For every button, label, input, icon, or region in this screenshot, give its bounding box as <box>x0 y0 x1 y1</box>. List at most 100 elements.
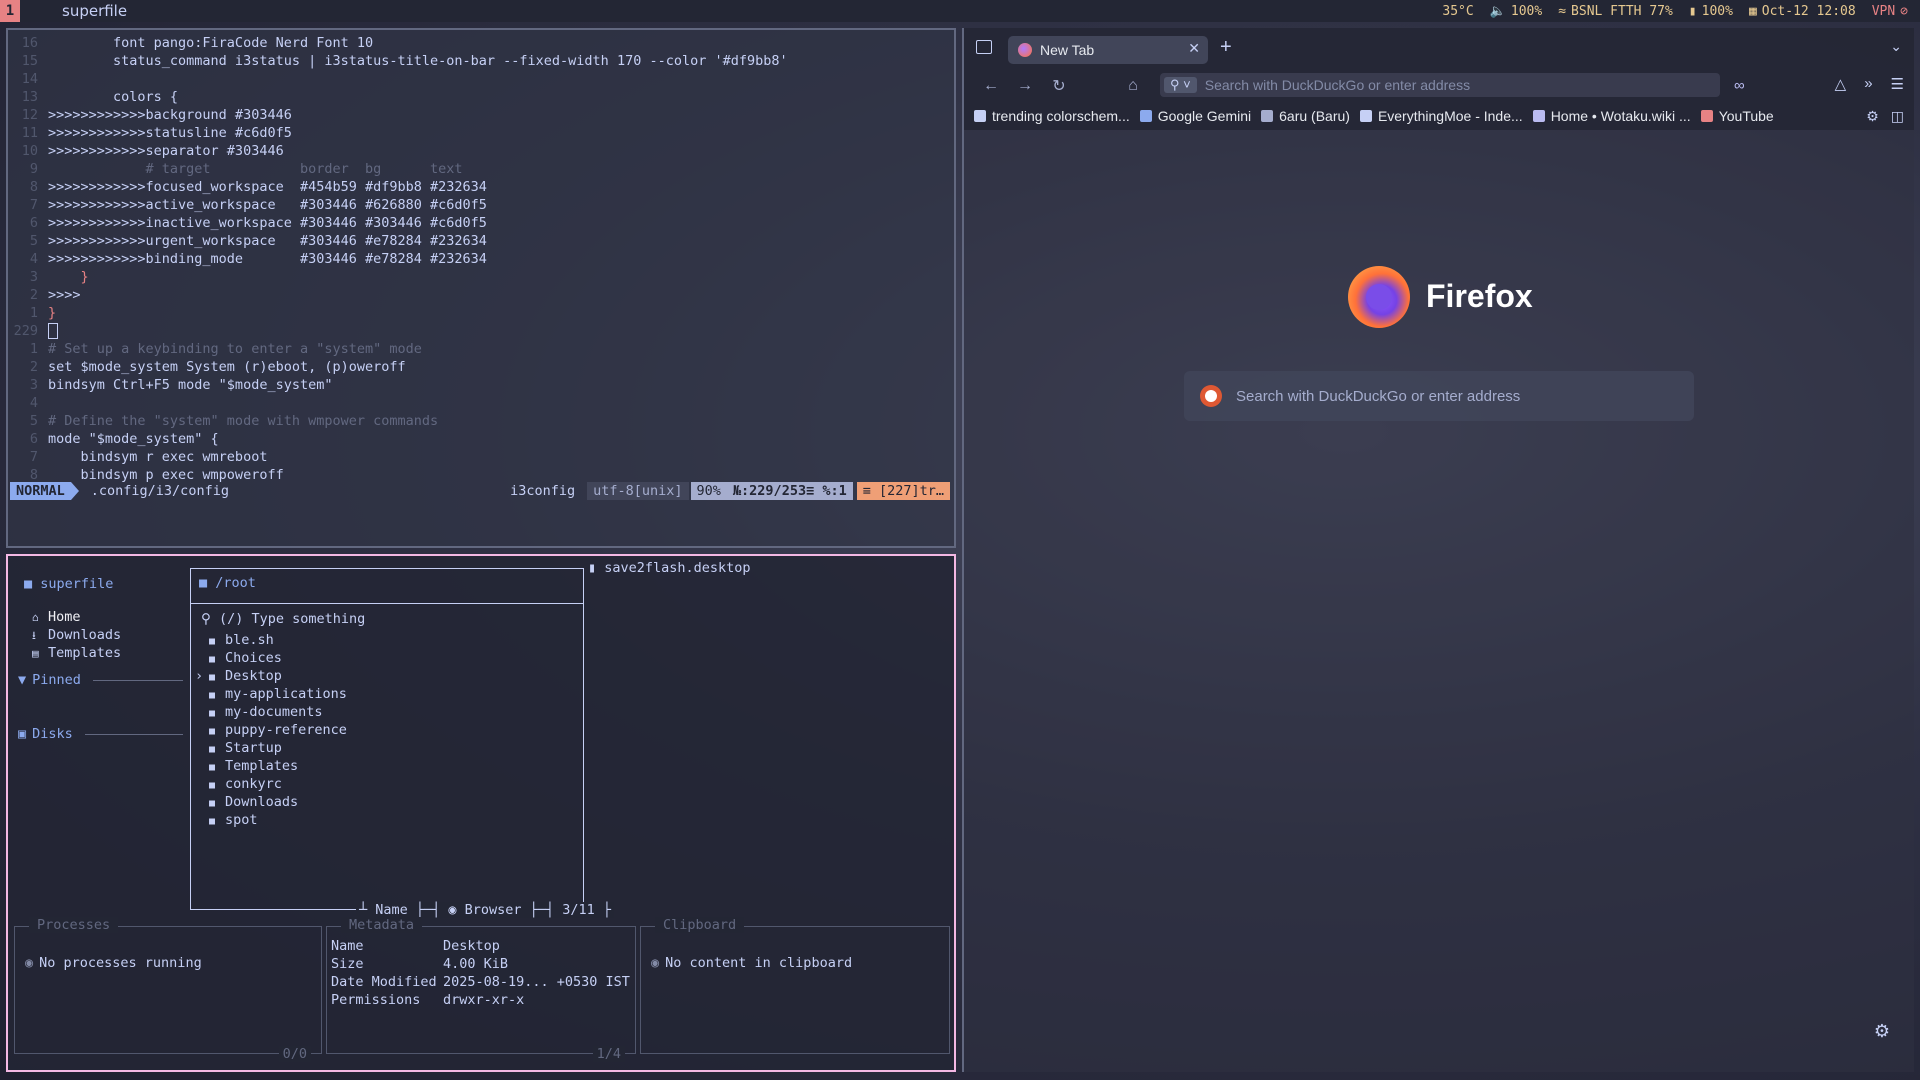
search-input[interactable]: ⚲ (/) Type something <box>201 611 365 627</box>
code-line[interactable]: 5 # Define the "system" mode with wmpower… <box>8 412 953 430</box>
menu-icon[interactable]: ☰ <box>1891 75 1904 93</box>
code-line[interactable]: 8 >>>>>>>>>>>>focused_workspace #454b59 #… <box>8 178 953 196</box>
code-line[interactable]: 12 >>>>>>>>>>>>background #303446 <box>8 106 953 124</box>
firefox-window[interactable]: New Tab ✕ + ⌄ ← → ↻ ⌂ ⚲ ˅ Search with Du… <box>962 28 1914 1072</box>
sidebar-icon[interactable]: ◫ <box>1891 108 1904 125</box>
code-line[interactable]: 10 >>>>>>>>>>>>separator #303446 <box>8 142 953 160</box>
metadata-row: Permissions drwxr-xr-x <box>331 991 630 1009</box>
code-line[interactable]: 15 status_command i3status | i3status-ti… <box>8 52 953 70</box>
info-icon: ◉ <box>25 955 34 971</box>
code-line[interactable]: 1 # Set up a keybinding to enter a "syste… <box>8 340 953 358</box>
code-line[interactable]: 5 >>>>>>>>>>>>urgent_workspace #303446 #e… <box>8 232 953 250</box>
overflow-icon[interactable]: » <box>1864 75 1872 93</box>
file-list-item[interactable]: ■ conkyrc <box>209 775 347 793</box>
sidebar-toggle-icon[interactable] <box>976 40 992 54</box>
file-list-item[interactable]: ■ my-documents <box>209 703 347 721</box>
file-list-item[interactable]: ■ Downloads <box>209 793 347 811</box>
pinned-section[interactable]: ▼ Pinned <box>18 672 183 688</box>
bookmark-item[interactable]: EverythingMoe - Inde... <box>1359 108 1523 124</box>
tab-bar: New Tab ✕ + ⌄ <box>964 28 1914 70</box>
code-line[interactable]: 4 >>>>>>>>>>>>binding_mode #303446 #e7828… <box>8 250 953 268</box>
line-number: 12 <box>21 107 38 123</box>
browser-footer: ┴ Name ├─┤ ◉ Browser ├─┤ 3/11 ├ <box>356 902 614 918</box>
file-list[interactable]: ■ ble.sh ■ Choices › ■ Desktop ■ my-applications… <box>195 631 347 829</box>
file-list-item[interactable]: ■ Startup <box>209 739 347 757</box>
file-list-item[interactable]: ■ Templates <box>209 757 347 775</box>
firefox-logo-icon <box>1348 266 1410 328</box>
file-list-item[interactable]: ■ my-applications <box>209 685 347 703</box>
line-number: 4 <box>29 251 38 267</box>
disks-section[interactable]: ▣ Disks <box>18 726 183 742</box>
code-line[interactable]: 1} <box>8 304 953 322</box>
search-input[interactable]: Search with DuckDuckGo or enter address <box>1184 371 1694 421</box>
firefox-favicon-icon <box>1018 43 1032 57</box>
duckduckgo-icon <box>1200 385 1222 407</box>
temperature-block: 35°C <box>1442 3 1474 19</box>
code-line[interactable]: 229 <box>8 322 953 340</box>
bookmark-item[interactable]: Home • Wotaku.wiki ... <box>1532 108 1691 124</box>
chevron-down-icon[interactable]: ⌄ <box>1890 38 1902 55</box>
vim-editor-window[interactable]: 16 font pango:FiraCode Nerd Font 10 15 st… <box>6 28 956 548</box>
bookmark-favicon-icon <box>1139 110 1152 122</box>
sidebar-list: ⌂ Home ⭳ Downloads ▤ Templates <box>32 608 121 662</box>
file-list-item[interactable]: ■ spot <box>209 811 347 829</box>
search-engine-selector[interactable]: ⚲ ˅ <box>1164 77 1197 93</box>
bookmark-item[interactable]: YouTube <box>1700 108 1774 124</box>
url-bar[interactable]: ⚲ ˅ Search with DuckDuckGo or enter addr… <box>1160 73 1720 97</box>
close-tab-icon[interactable]: ✕ <box>1188 40 1200 57</box>
sidebar-item-home[interactable]: ⌂ Home <box>32 608 121 626</box>
code-line[interactable]: 6 >>>>>>>>>>>>inactive_workspace #303446 … <box>8 214 953 232</box>
status-blocks: 35°C 🔈 100% ≈ BSNL FTTH 77% ▮ 100% ▦ Oct-12 … <box>1442 0 1908 22</box>
code-line[interactable]: 14 <box>8 70 953 88</box>
settings-icon[interactable]: ⚙ <box>1866 108 1879 125</box>
bookmark-item[interactable]: trending colorschem... <box>974 108 1130 124</box>
code-line[interactable]: 11 >>>>>>>>>>>>statusline #c6d0f5 <box>8 124 953 142</box>
bookmark-item[interactable]: Google Gemini <box>1139 108 1251 124</box>
code-line[interactable]: 3 bindsym Ctrl+F5 mode "$mode_system" <box>8 376 953 394</box>
code-line[interactable]: 2 set $mode_system System (r)eboot, (p)ow… <box>8 358 953 376</box>
vpn-status-icon: ⊘ <box>1900 3 1908 19</box>
line-number: 229 <box>13 323 38 339</box>
volume-block[interactable]: 🔈 100% <box>1490 4 1543 19</box>
metadata-value: 2025-08-19... +0530 IST <box>443 974 630 990</box>
panel-title: Clipboard <box>655 917 745 933</box>
metadata-key: Size <box>331 956 364 972</box>
code-line[interactable]: 4 <box>8 394 953 412</box>
file-browser-panel[interactable]: ■ /root ⚲ (/) Type something ■ ble.sh ■ Cho… <box>190 568 614 918</box>
workspace-indicator[interactable]: 1 <box>0 0 20 22</box>
back-arrow-icon[interactable]: ← <box>974 77 1008 95</box>
superfile-window[interactable]: ■ superfile ⌂ Home ⭳ Downloads ▤ Templates ▼ P… <box>6 554 956 1072</box>
bookmark-item[interactable]: 6aru (Baru) <box>1261 108 1350 124</box>
sidebar-item-templates[interactable]: ▤ Templates <box>32 644 121 662</box>
metadata-key: Permissions <box>331 992 421 1008</box>
code-line[interactable]: 2 >>>> <box>8 286 953 304</box>
file-list-item[interactable]: › ■ Desktop <box>195 667 347 685</box>
customize-gear-icon[interactable]: ⚙ <box>1874 1021 1890 1042</box>
file-list-item[interactable]: ■ Choices <box>209 649 347 667</box>
forward-arrow-icon[interactable]: → <box>1008 77 1042 95</box>
folder-icon: ■ <box>24 576 41 592</box>
code-line[interactable]: 7 >>>>>>>>>>>>active_workspace #303446 #6… <box>8 196 953 214</box>
code-line[interactable]: 7 bindsym r exec wmreboot <box>8 448 953 466</box>
path-divider <box>191 603 583 604</box>
sidebar-item-downloads[interactable]: ⭳ Downloads <box>32 626 121 644</box>
metadata-row: Name Desktop <box>331 937 630 955</box>
new-tab-button[interactable]: + <box>1220 36 1232 59</box>
private-mask-icon[interactable]: ∞ <box>1734 77 1745 94</box>
tab-new-tab[interactable]: New Tab ✕ <box>1008 36 1208 64</box>
reload-icon[interactable]: ↻ <box>1042 76 1076 96</box>
vpn-block[interactable]: VPN ⊘ <box>1872 4 1908 19</box>
code-line[interactable]: 9 # target border bg text <box>8 160 953 178</box>
metadata-value: Desktop <box>443 938 500 954</box>
code-line[interactable]: 6 mode "$mode_system" { <box>8 430 953 448</box>
calendar-icon: ▦ <box>1748 3 1757 19</box>
file-list-item[interactable]: ■ puppy-reference <box>209 721 347 739</box>
code-line[interactable]: 3 } <box>8 268 953 286</box>
code-line[interactable]: 13 colors { <box>8 88 953 106</box>
file-list-item[interactable]: ■ ble.sh <box>209 631 347 649</box>
bookmark-favicon-icon <box>1261 110 1274 122</box>
code-line[interactable]: 16 font pango:FiraCode Nerd Font 10 <box>8 34 953 52</box>
home-icon[interactable]: ⌂ <box>1116 77 1150 95</box>
extensions-icon[interactable]: △ <box>1835 75 1847 93</box>
network-block[interactable]: ≈ BSNL FTTH 77% <box>1558 4 1673 19</box>
